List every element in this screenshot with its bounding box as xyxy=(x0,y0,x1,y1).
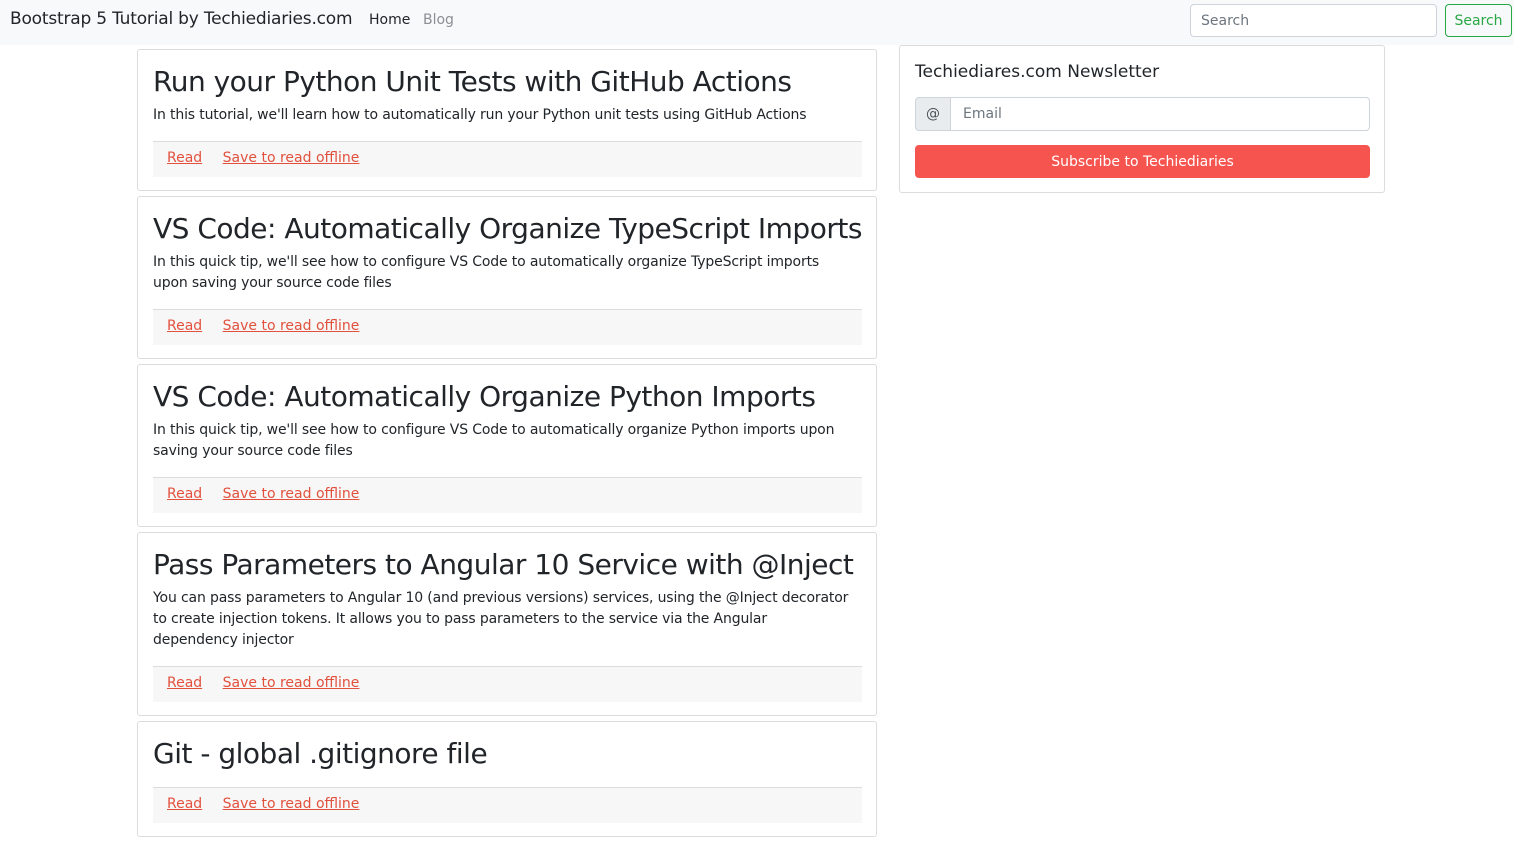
read-link[interactable]: Read xyxy=(167,796,202,812)
post-card: Pass Parameters to Angular 10 Service wi… xyxy=(137,532,877,716)
at-sign-addon: @ xyxy=(915,97,951,131)
post-excerpt: In this tutorial, we'll learn how to aut… xyxy=(153,107,807,123)
save-offline-link[interactable]: Save to read offline xyxy=(223,796,360,812)
post-title: VS Code: Automatically Organize Python I… xyxy=(153,380,816,413)
post-title: Git - global .gitignore file xyxy=(153,737,488,770)
newsletter-card: Techiediares.com Newsletter @ Subscribe … xyxy=(899,45,1385,193)
post-footer: Read Save to read offline xyxy=(153,477,862,513)
save-offline-link[interactable]: Save to read offline xyxy=(223,150,360,166)
email-input-group: @ xyxy=(915,97,1370,131)
save-offline-link[interactable]: Save to read offline xyxy=(223,675,360,691)
read-link[interactable]: Read xyxy=(167,318,202,334)
post-excerpt: In this quick tip, we'll see how to conf… xyxy=(153,422,835,459)
post-card: VS Code: Automatically Organize Python I… xyxy=(137,364,877,527)
post-excerpt: In this quick tip, we'll see how to conf… xyxy=(153,254,820,291)
save-offline-link[interactable]: Save to read offline xyxy=(223,318,360,334)
read-link[interactable]: Read xyxy=(167,486,202,502)
save-offline-link[interactable]: Save to read offline xyxy=(223,486,360,502)
nav-link-home[interactable]: Home xyxy=(369,12,410,28)
post-footer: Read Save to read offline xyxy=(153,309,862,345)
email-field[interactable] xyxy=(950,97,1370,131)
post-list: Run your Python Unit Tests with GitHub A… xyxy=(137,49,877,842)
read-link[interactable]: Read xyxy=(167,675,202,691)
newsletter-title: Techiediares.com Newsletter xyxy=(915,62,1160,82)
post-footer: Read Save to read offline xyxy=(153,141,862,177)
top-navbar: Bootstrap 5 Tutorial by Techiediaries.co… xyxy=(0,0,1514,45)
post-footer: Read Save to read offline xyxy=(153,666,862,702)
search-input[interactable] xyxy=(1190,4,1437,37)
subscribe-button[interactable]: Subscribe to Techiediaries xyxy=(915,145,1370,178)
post-title: Pass Parameters to Angular 10 Service wi… xyxy=(153,548,854,581)
post-card: VS Code: Automatically Organize TypeScri… xyxy=(137,196,877,359)
post-title: VS Code: Automatically Organize TypeScri… xyxy=(153,212,862,245)
nav-link-blog[interactable]: Blog xyxy=(423,12,454,28)
post-footer: Read Save to read offline xyxy=(153,787,862,823)
read-link[interactable]: Read xyxy=(167,150,202,166)
post-card: Git - global .gitignore file Read Save t… xyxy=(137,721,877,837)
post-title: Run your Python Unit Tests with GitHub A… xyxy=(153,65,792,98)
search-button[interactable]: Search xyxy=(1445,4,1512,37)
navbar-brand[interactable]: Bootstrap 5 Tutorial by Techiediaries.co… xyxy=(10,9,353,29)
post-excerpt: You can pass parameters to Angular 10 (a… xyxy=(153,590,849,648)
post-card: Run your Python Unit Tests with GitHub A… xyxy=(137,49,877,191)
